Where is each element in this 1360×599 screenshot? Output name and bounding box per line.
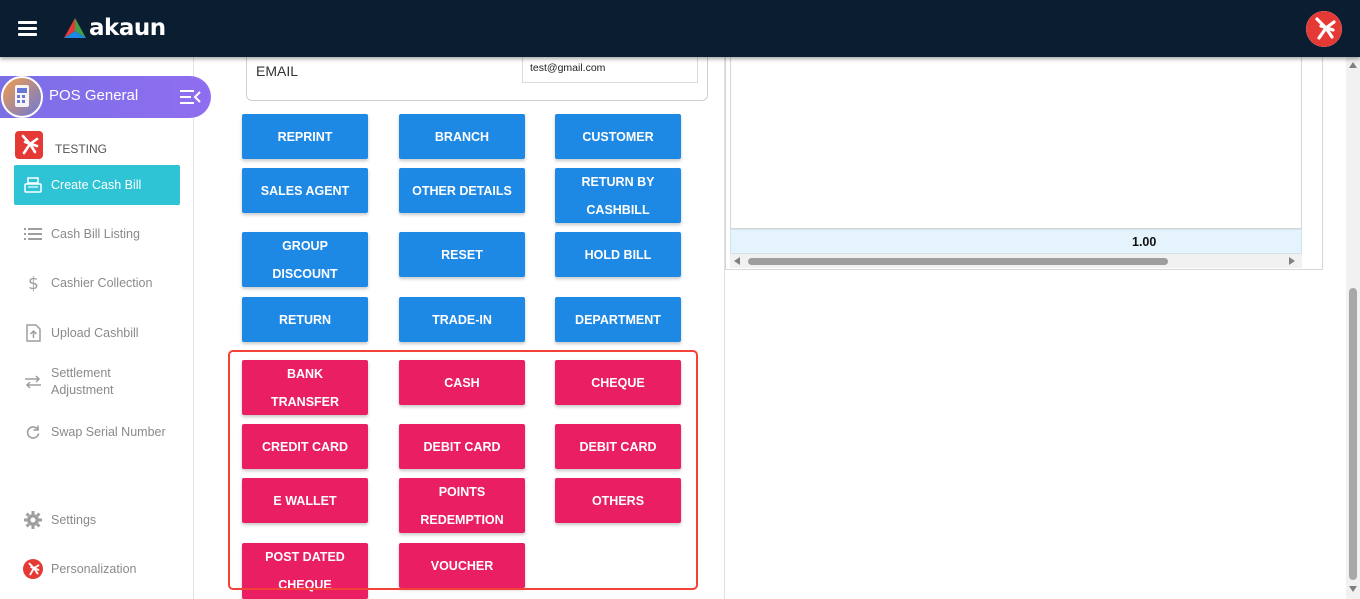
reprint-button[interactable]: REPRINT <box>242 114 368 159</box>
sales-agent-button[interactable]: SALES AGENT <box>242 168 368 213</box>
akaun-logo-mark-icon <box>64 18 86 38</box>
bank-transfer-button[interactable]: BANK TRANSFER <box>242 360 368 415</box>
trade-in-button[interactable]: TRADE-IN <box>399 297 525 342</box>
scroll-left-arrow-icon[interactable] <box>734 257 740 265</box>
customer-button[interactable]: CUSTOMER <box>555 114 681 159</box>
app-switcher[interactable]: POS General <box>0 76 211 118</box>
bill-items-table <box>730 57 1302 229</box>
upload-file-icon <box>23 323 43 343</box>
cash-register-icon <box>23 175 43 195</box>
pos-app-icon <box>1 76 43 118</box>
horizontal-scrollbar-thumb[interactable] <box>748 258 1168 265</box>
credit-card-button[interactable]: CREDIT CARD <box>242 424 368 469</box>
company-logo-icon <box>15 131 43 159</box>
collapse-sidebar-icon[interactable] <box>180 88 202 106</box>
others-button[interactable]: OTHERS <box>555 478 681 523</box>
user-avatar-icon <box>1306 11 1342 47</box>
bill-total-row <box>730 229 1302 254</box>
hamburger-menu-icon[interactable] <box>18 21 37 36</box>
swap-arrows-icon <box>23 372 43 392</box>
debit-card-button-2[interactable]: DEBIT CARD <box>555 424 681 469</box>
sidebar-item-label: Swap Serial Number <box>51 424 166 439</box>
other-details-button[interactable]: OTHER DETAILS <box>399 168 525 213</box>
company-name: TESTING <box>55 142 108 156</box>
voucher-button[interactable]: VOUCHER <box>399 543 525 588</box>
group-discount-button[interactable]: GROUP DISCOUNT <box>242 232 368 287</box>
reset-button[interactable]: RESET <box>399 232 525 277</box>
personalization-icon <box>23 559 43 579</box>
bill-total-value: 1.00 <box>1132 235 1157 249</box>
sidebar-item-cash-bill-listing[interactable]: Cash Bill Listing <box>14 214 180 254</box>
hold-bill-button[interactable]: HOLD BILL <box>555 232 681 277</box>
sidebar-item-swap-serial-number[interactable]: Swap Serial Number <box>14 412 180 452</box>
cash-button[interactable]: CASH <box>399 360 525 405</box>
gear-icon <box>23 510 43 530</box>
list-icon <box>23 224 43 244</box>
sidebar-item-label: Cash Bill Listing <box>51 226 140 241</box>
sidebar-item-cashier-collection[interactable]: $ Cashier Collection <box>14 263 180 303</box>
email-field[interactable]: test@gmail.com <box>522 57 698 83</box>
refresh-icon <box>23 422 43 442</box>
scroll-right-arrow-icon[interactable] <box>1289 257 1295 265</box>
scroll-up-arrow-icon[interactable] <box>1349 62 1357 68</box>
company-selector[interactable]: TESTING <box>15 131 107 159</box>
branch-button[interactable]: BRANCH <box>399 114 525 159</box>
svg-text:$: $ <box>28 274 39 292</box>
sidebar-item-upload-cashbill[interactable]: Upload Cashbill <box>14 313 180 353</box>
sidebar-item-label: Upload Cashbill <box>51 325 139 340</box>
top-bar: akaun <box>0 0 1360 57</box>
post-dated-cheque-button[interactable]: POST DATED CHEQUE <box>242 543 368 599</box>
e-wallet-button[interactable]: E WALLET <box>242 478 368 523</box>
sidebar-item-label: Personalization <box>51 561 137 576</box>
cheque-button[interactable]: CHEQUE <box>555 360 681 405</box>
sidebar-item-settlement-adjustment[interactable]: Settlement Adjustment <box>14 362 180 402</box>
department-button[interactable]: DEPARTMENT <box>555 297 681 342</box>
sidebar-item-personalization[interactable]: Personalization <box>14 549 180 589</box>
sidebar-item-label: Cashier Collection <box>51 275 153 290</box>
user-avatar[interactable] <box>1306 11 1342 47</box>
sidebar-item-label: Create Cash Bill <box>51 177 142 192</box>
points-redemption-button[interactable]: POINTS REDEMPTION <box>399 478 525 533</box>
vertical-scrollbar-thumb[interactable] <box>1349 288 1357 580</box>
debit-card-button[interactable]: DEBIT CARD <box>399 424 525 469</box>
email-label: EMAIL <box>256 63 299 79</box>
scroll-down-arrow-icon[interactable] <box>1349 586 1357 592</box>
sidebar-item-settings[interactable]: Settings <box>14 500 180 540</box>
sidebar-item-label: Settings <box>51 512 97 527</box>
dollar-icon: $ <box>23 273 43 293</box>
return-button[interactable]: RETURN <box>242 297 368 342</box>
brand-name: akaun <box>89 15 166 41</box>
akaun-logo[interactable]: akaun <box>63 13 166 43</box>
app-name: POS General <box>49 87 139 104</box>
sidebar-item-create-cash-bill[interactable]: Create Cash Bill <box>14 165 180 205</box>
return-by-cashbill-button[interactable]: RETURN BY CASHBILL <box>555 168 681 223</box>
sidebar-item-label: Settlement Adjustment <box>51 366 114 397</box>
